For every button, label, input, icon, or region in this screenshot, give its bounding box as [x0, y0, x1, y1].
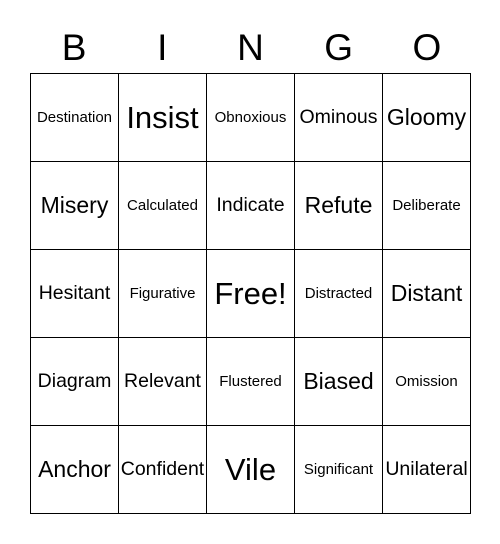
header-letter-i: I: [157, 27, 168, 68]
bingo-cell[interactable]: Figurative: [119, 250, 207, 338]
bingo-cell[interactable]: Diagram: [31, 338, 119, 426]
header-letter-g: G: [324, 27, 354, 68]
bingo-cell[interactable]: Misery: [31, 162, 119, 250]
bingo-cell[interactable]: Destination: [31, 74, 119, 162]
bingo-cell[interactable]: Ominous: [295, 74, 383, 162]
bingo-cell[interactable]: Significant: [295, 426, 383, 514]
bingo-cell[interactable]: Free!: [207, 250, 295, 338]
bingo-cell[interactable]: Deliberate: [383, 162, 471, 250]
bingo-header: B I N G O: [30, 26, 471, 70]
header-letter-n: N: [237, 27, 264, 68]
bingo-cell[interactable]: Insist: [119, 74, 207, 162]
bingo-cell[interactable]: Confident: [119, 426, 207, 514]
bingo-cell[interactable]: Hesitant: [31, 250, 119, 338]
bingo-cell[interactable]: Distant: [383, 250, 471, 338]
bingo-cell[interactable]: Distracted: [295, 250, 383, 338]
bingo-cell[interactable]: Refute: [295, 162, 383, 250]
bingo-cell[interactable]: Anchor: [31, 426, 119, 514]
bingo-cell[interactable]: Relevant: [119, 338, 207, 426]
bingo-grid: Destination Insist Obnoxious Ominous Gloomy M…: [30, 73, 471, 514]
header-letter-o: O: [412, 27, 442, 68]
header-letter-b: B: [61, 27, 87, 68]
bingo-cell[interactable]: Flustered: [207, 338, 295, 426]
bingo-cell[interactable]: Unilateral: [383, 426, 471, 514]
bingo-cell[interactable]: Indicate: [207, 162, 295, 250]
bingo-cell[interactable]: Gloomy: [383, 74, 471, 162]
bingo-cell[interactable]: Biased: [295, 338, 383, 426]
bingo-cell[interactable]: Calculated: [119, 162, 207, 250]
bingo-cell[interactable]: Omission: [383, 338, 471, 426]
bingo-cell[interactable]: Vile: [207, 426, 295, 514]
bingo-cell[interactable]: Obnoxious: [207, 74, 295, 162]
